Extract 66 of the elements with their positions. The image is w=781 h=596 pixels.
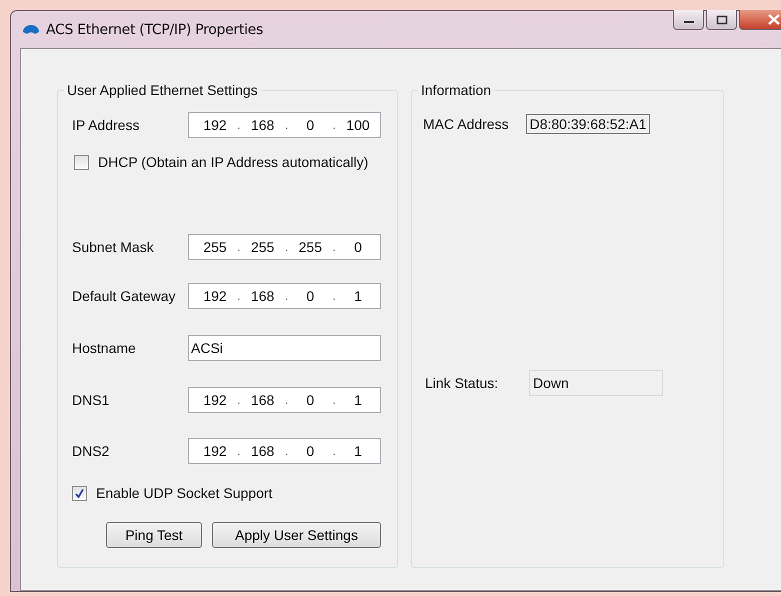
field-label: Default Gateway (72, 288, 176, 304)
octet-text: 255 (298, 239, 323, 255)
field-label: IP Address (72, 117, 140, 133)
ip-address-field[interactable]: 192 . 168 . 0 . 1 (188, 387, 381, 413)
octet-text: 100 (345, 117, 371, 133)
octet-text: 0 (305, 443, 316, 459)
checkbox[interactable] (74, 154, 89, 170)
octet-text: 168 (250, 117, 276, 133)
dot-separator: . (284, 393, 288, 407)
octet-text: 255 (250, 239, 276, 255)
octet-text: 1 (353, 443, 363, 459)
field-label: MAC Address (423, 116, 509, 132)
app-icon (22, 22, 40, 36)
ip-address-field[interactable]: 255 . 255 . 255 . 0 (188, 234, 381, 260)
ip-address-field[interactable]: 192 . 168 . 0 . 1 (188, 438, 381, 464)
window-title: ACS Ethernet (TCP/IP) Properties (46, 22, 263, 38)
dot-separator: . (332, 289, 336, 303)
mac-address-value: D8:80:39:68:52:A1 (526, 114, 650, 134)
octet-text: 0 (353, 239, 363, 255)
dot-separator: . (332, 118, 336, 132)
dot-separator: . (332, 444, 336, 458)
hostname-field[interactable]: ACSi (188, 335, 381, 361)
maximize-button[interactable] (706, 10, 737, 30)
octet-text: 192 (202, 392, 228, 408)
checkbox-label: Enable UDP Socket Support (96, 485, 272, 501)
octet-text: 168 (250, 288, 276, 304)
close-icon (768, 14, 780, 25)
ip-address-field[interactable]: 192 . 168 . 0 . 100 (188, 112, 381, 138)
octet-text: 1 (353, 392, 363, 408)
link-status-value: Down (529, 370, 663, 396)
dialog-button[interactable]: Ping Test (106, 522, 202, 548)
maximize-icon (716, 14, 728, 24)
dot-separator: . (284, 444, 288, 458)
checkbox-label: DHCP (Obtain an IP Address automatically) (98, 154, 368, 170)
field-label: DNS2 (72, 443, 110, 459)
dot-separator: . (237, 444, 240, 458)
field-label: DNS1 (72, 392, 110, 408)
dot-separator: . (284, 118, 288, 132)
dot-separator: . (237, 240, 240, 254)
minimize-button[interactable] (673, 10, 704, 30)
octet-text: 168 (250, 392, 276, 408)
octet-text: 192 (202, 117, 228, 133)
octet-text: 192 (202, 443, 228, 459)
dot-separator: . (332, 393, 336, 407)
ip-address-field[interactable]: 192 . 168 . 0 . 1 (188, 283, 381, 309)
dot-separator: . (237, 289, 240, 303)
dot-separator: . (237, 393, 240, 407)
field-label: Subnet Mask (72, 239, 155, 255)
dot-separator: . (332, 240, 336, 254)
dot-separator: . (237, 118, 240, 132)
field-label: Hostname (72, 340, 137, 356)
dot-separator: . (284, 289, 288, 303)
octet-text: 1 (353, 288, 363, 304)
field-label: Link Status: (425, 375, 500, 391)
group-title: Information (418, 82, 494, 98)
octet-text: 0 (305, 117, 316, 133)
octet-text: 192 (202, 288, 228, 304)
check-icon (74, 488, 85, 498)
octet-text: 168 (250, 443, 276, 459)
group-title: User Applied Ethernet Settings (64, 82, 261, 98)
dot-separator: . (284, 240, 288, 254)
octet-text: 0 (305, 288, 316, 304)
octet-text: 255 (202, 239, 228, 255)
octet-text: 0 (305, 392, 316, 408)
checkbox[interactable] (72, 486, 87, 500)
dialog-button[interactable]: Apply User Settings (212, 522, 381, 548)
